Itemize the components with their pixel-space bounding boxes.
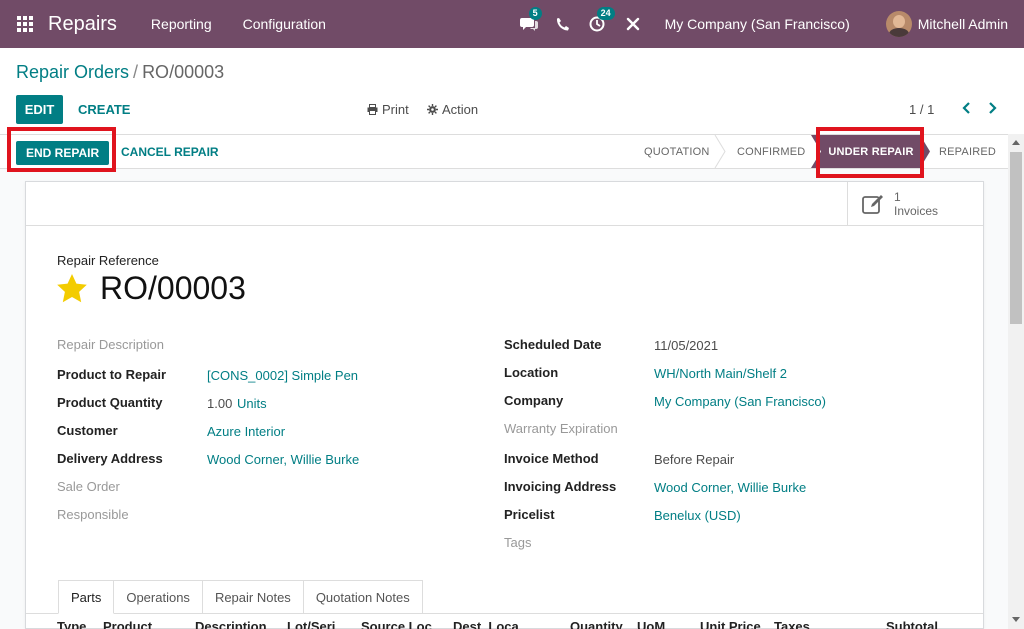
highlight-under-repair [816, 127, 924, 178]
app-title[interactable]: Repairs [48, 13, 117, 36]
action-dropdown[interactable]: Action [427, 102, 478, 117]
breadcrumb-separator: / [133, 62, 139, 82]
stage-separator [714, 135, 726, 168]
notebook-tabs: Parts Operations Repair Notes Quotation … [58, 580, 423, 614]
product-uom-value[interactable]: Units [237, 396, 267, 411]
scroll-up-arrow[interactable] [1012, 140, 1020, 145]
pencil-square-icon [862, 195, 883, 214]
activity-badge: 24 [596, 7, 615, 20]
scroll-down-arrow[interactable] [1012, 617, 1020, 622]
product-quantity-value: 1.00 [207, 396, 233, 411]
column-source-location[interactable]: Source Loc [361, 619, 432, 629]
highlight-end-repair [7, 127, 116, 172]
cancel-repair-button[interactable]: CANCEL REPAIR [121, 145, 219, 159]
menu-reporting[interactable]: Reporting [151, 16, 212, 32]
breadcrumb-current: RO/00003 [142, 62, 225, 82]
chat-icon[interactable]: 5 [519, 7, 542, 34]
menu-configuration[interactable]: Configuration [243, 16, 326, 32]
column-lot-serial[interactable]: Lot/Seri [287, 619, 335, 629]
column-unit-price[interactable]: Unit Price [700, 619, 761, 629]
delivery-address-value[interactable]: Wood Corner, Willie Burke [207, 452, 359, 467]
location-value[interactable]: WH/North Main/Shelf 2 [654, 366, 787, 381]
pager-value[interactable]: 1 / 1 [909, 102, 934, 117]
pricelist-value[interactable]: Benelux (USD) [654, 508, 741, 523]
repair-reference-label: Repair Reference [57, 253, 159, 268]
tab-operations[interactable]: Operations [114, 580, 203, 614]
chevron-right-icon[interactable] [987, 101, 999, 118]
breadcrumb: Repair Orders / RO/00003 [16, 62, 224, 83]
invoice-method-value: Before Repair [654, 452, 735, 467]
chat-badge: 5 [528, 7, 542, 20]
pricelist-label: Pricelist [504, 507, 555, 522]
repair-reference-value: RO/00003 [100, 270, 246, 306]
repair-description-label: Repair Description [57, 337, 164, 352]
chevron-left-icon[interactable] [960, 101, 972, 118]
company-switcher[interactable]: My Company (San Francisco) [665, 16, 850, 32]
print-dropdown[interactable]: Print [367, 102, 409, 117]
column-uom[interactable]: UoM [637, 619, 665, 629]
column-subtotal[interactable]: Subtotal [886, 619, 938, 629]
edit-button[interactable]: EDIT [16, 95, 63, 124]
column-quantity[interactable]: Quantity [570, 619, 623, 629]
scheduled-date-value: 11/05/2021 [654, 338, 719, 353]
scheduled-date-label: Scheduled Date [504, 337, 602, 352]
apps-grid-icon[interactable] [16, 15, 34, 33]
product-to-repair-value[interactable]: [CONS_0002] Simple Pen [207, 368, 358, 383]
company-value[interactable]: My Company (San Francisco) [654, 394, 826, 409]
column-description[interactable]: Description [195, 619, 267, 629]
location-label: Location [504, 365, 559, 380]
print-label: Print [382, 102, 409, 117]
invoices-label: Invoices [894, 204, 939, 218]
stage-repaired[interactable]: REPAIRED [939, 135, 996, 168]
tab-parts[interactable]: Parts [58, 580, 115, 614]
column-dest-location[interactable]: Dest. Loca [453, 619, 519, 629]
user-menu[interactable]: Mitchell Admin [918, 16, 1008, 32]
invoicing-address-label: Invoicing Address [504, 479, 617, 494]
tab-repair-notes[interactable]: Repair Notes [202, 580, 304, 614]
debug-tools-icon[interactable] [623, 14, 643, 34]
company-label: Company [504, 393, 564, 408]
print-icon [367, 104, 378, 115]
responsible-label: Responsible [57, 507, 129, 522]
column-type[interactable]: Type [57, 619, 86, 629]
top-navbar: Repairs Reporting Configuration 5 24 My … [0, 0, 1024, 48]
button-box: 1 Invoices [26, 182, 983, 226]
tags-label: Tags [504, 535, 532, 550]
form-sheet: 1 Invoices Repair Reference RO/00003 Rep… [25, 181, 984, 629]
invoices-count: 1 [894, 190, 901, 204]
invoicing-address-value[interactable]: Wood Corner, Willie Burke [654, 480, 806, 495]
scroll-thumb[interactable] [1010, 152, 1022, 324]
warranty-expiration-label: Warranty Expiration [504, 421, 618, 436]
customer-label: Customer [57, 423, 118, 438]
user-avatar[interactable] [885, 11, 912, 37]
stage-confirmed[interactable]: CONFIRMED [737, 135, 805, 168]
phone-icon[interactable] [553, 14, 573, 34]
invoices-smart-button[interactable]: 1 Invoices [847, 182, 983, 226]
delivery-address-label: Delivery Address [57, 451, 163, 466]
column-product[interactable]: Product [103, 619, 152, 629]
star-icon[interactable] [56, 273, 88, 303]
sale-order-label: Sale Order [57, 479, 120, 494]
tab-quotation-notes[interactable]: Quotation Notes [303, 580, 423, 614]
product-quantity-label: Product Quantity [57, 395, 163, 410]
vertical-scrollbar[interactable] [1008, 134, 1024, 629]
activity-clock-icon[interactable]: 24 [587, 7, 615, 34]
invoice-method-label: Invoice Method [504, 451, 599, 466]
product-to-repair-label: Product to Repair [57, 367, 167, 382]
stage-quotation[interactable]: QUOTATION [644, 135, 710, 168]
column-taxes[interactable]: Taxes [774, 619, 810, 629]
action-label: Action [442, 102, 479, 117]
gear-icon [427, 104, 438, 115]
customer-value[interactable]: Azure Interior [207, 424, 285, 439]
create-button[interactable]: CREATE [78, 102, 130, 117]
breadcrumb-repair-orders[interactable]: Repair Orders [16, 62, 129, 82]
